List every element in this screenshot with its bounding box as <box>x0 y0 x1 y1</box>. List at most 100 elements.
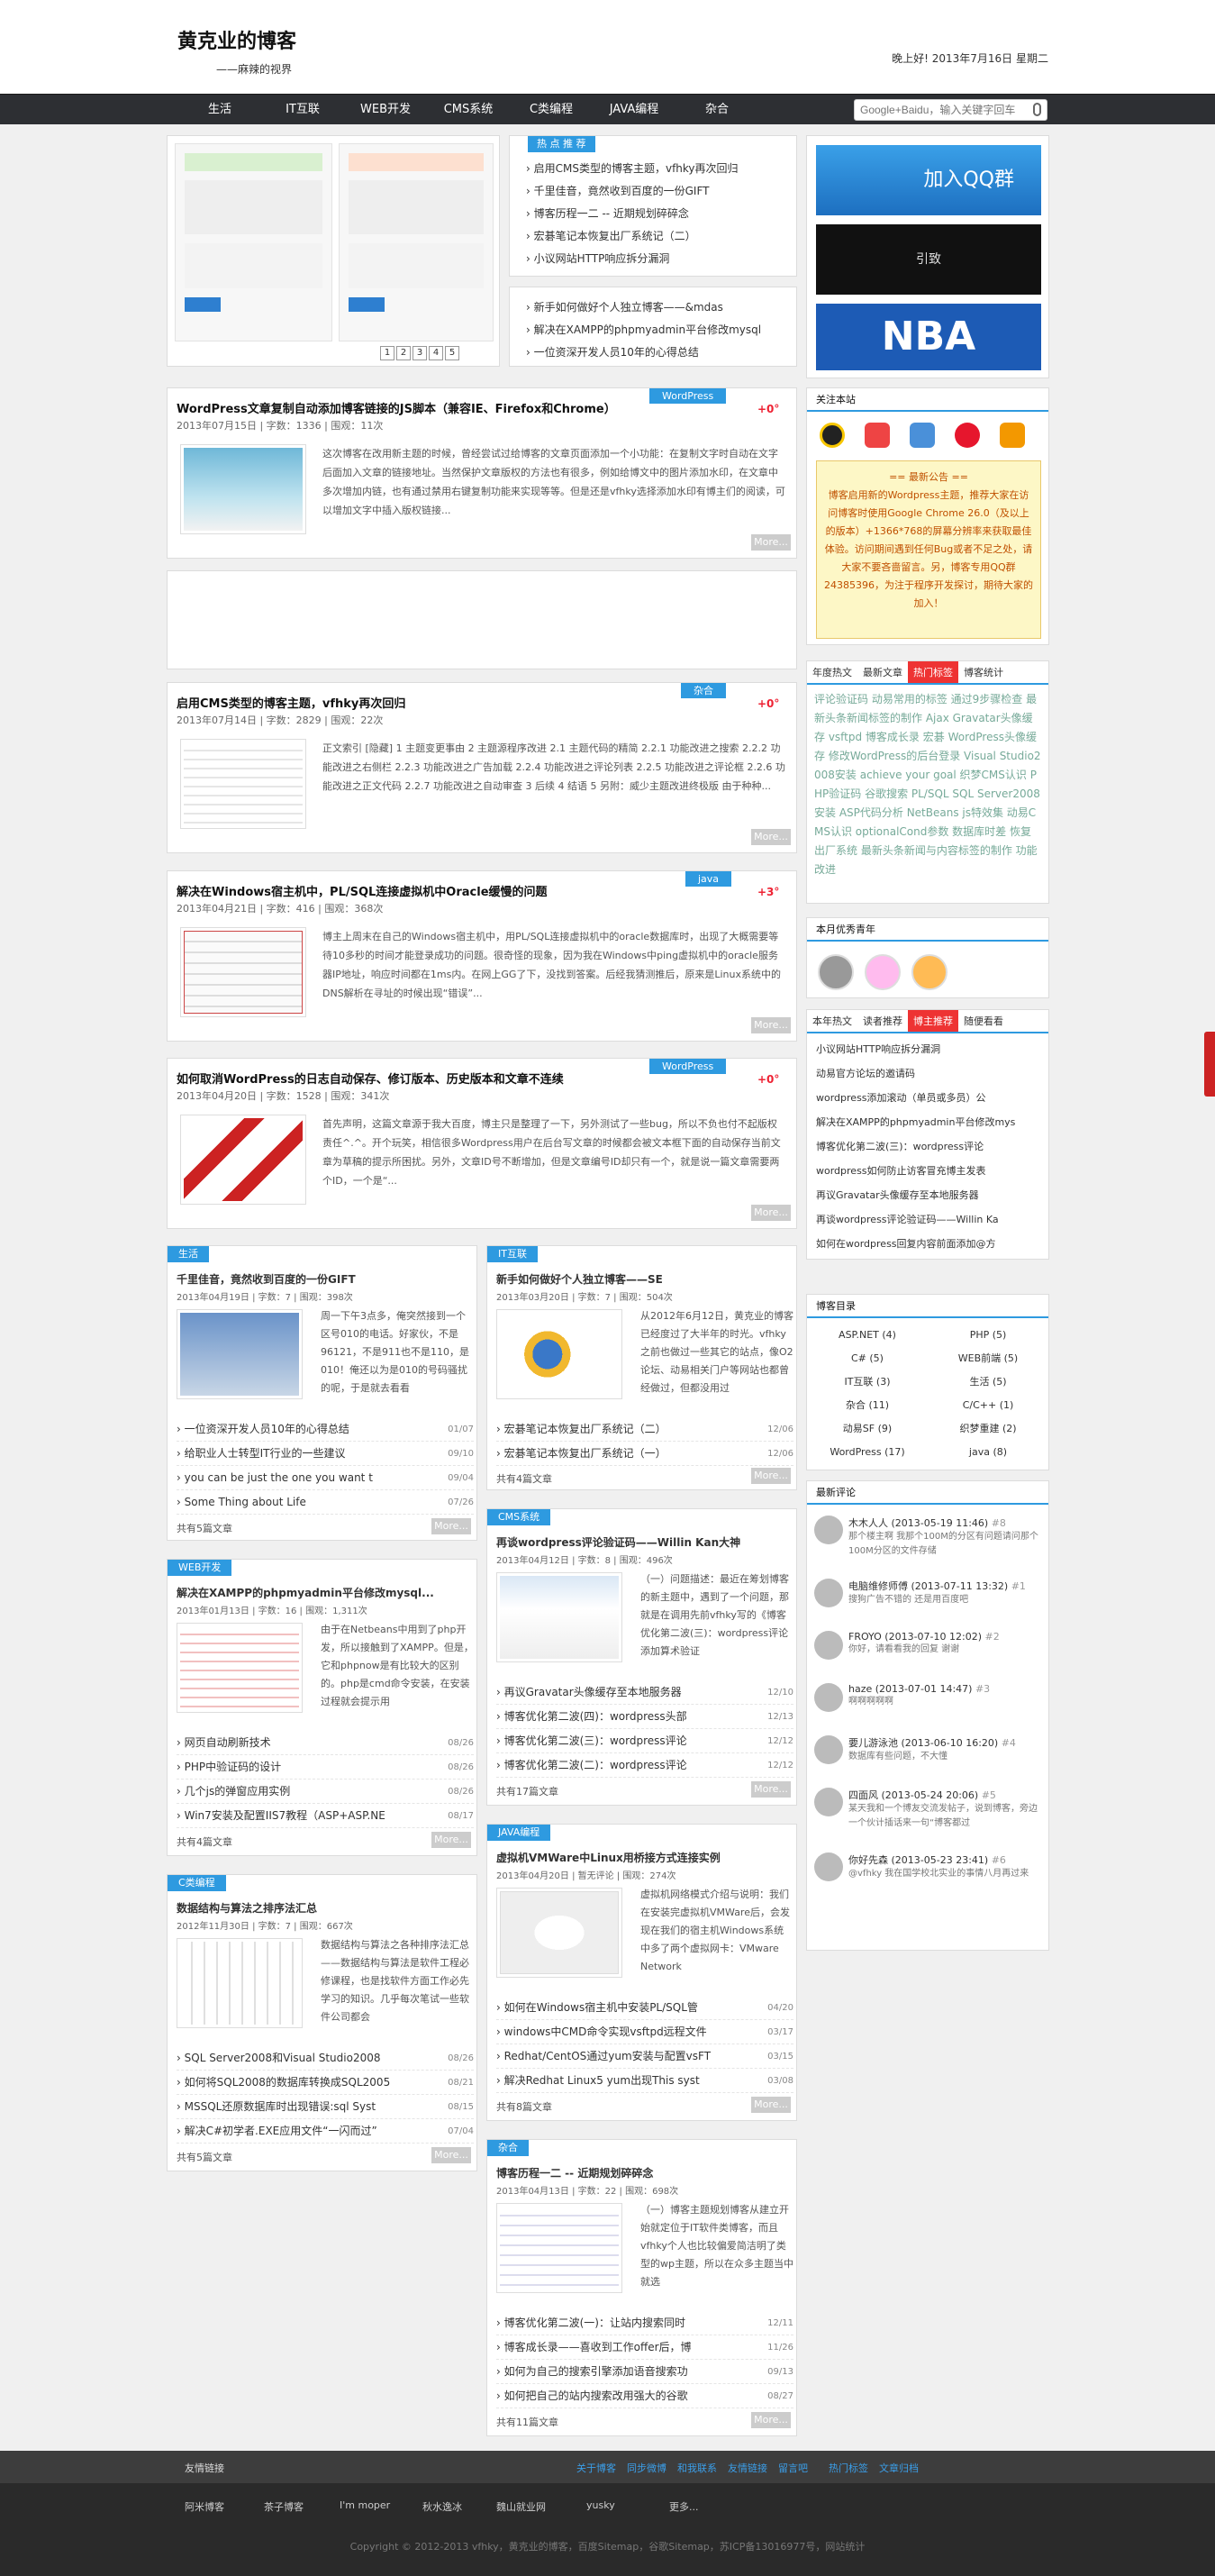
tag-cloud[interactable]: 评论验证码 动易常用的标签 通过9步骤检查 最新头条新闻标签的制作 Ajax G… <box>807 685 1048 885</box>
comment-item[interactable]: 要儿游泳池 (2013-06-10 16:20) #4 数据库有些问题，不大懂 <box>814 1735 1041 1788</box>
list-item[interactable]: › 如何为自己的搜索引擎添加语音搜索功 09/13 <box>496 2360 793 2384</box>
slider-page-2[interactable]: 2 <box>396 346 411 360</box>
rss-icon[interactable] <box>1000 423 1025 448</box>
slider-page-1[interactable]: 1 <box>380 346 394 360</box>
tab-annual-hot[interactable]: 年度热文 <box>807 661 857 683</box>
hot-item[interactable]: › 宏碁笔记本恢复出厂系统记（二） <box>526 225 739 248</box>
more-button[interactable]: More... <box>751 1468 791 1484</box>
comment-item[interactable]: 木木人人 (2013-05-19 11:46) #8 那个楼主啊 我那个100M的… <box>814 1516 1041 1579</box>
friend-link[interactable]: 更多... <box>669 2499 723 2514</box>
tab-hot-tags[interactable]: 热门标签 <box>908 661 958 683</box>
article-title[interactable]: 如何取消WordPress的日志自动保存、修订版本、历史版本和文章不连续 <box>177 1070 564 1087</box>
rec-item[interactable]: 再议Gravatar头像缓存至本地服务器 <box>816 1183 1039 1207</box>
list-item[interactable]: › 博客优化第二波(一)：让站内搜索同时 12/11 <box>496 2311 793 2335</box>
list-item[interactable]: › 如何在Windows宿主机中安装PL/SQL管 04/20 <box>496 1996 793 2020</box>
footer-link[interactable]: 留言吧 <box>778 2461 829 2475</box>
category-tag[interactable]: 杂合 <box>681 683 726 698</box>
footer-link[interactable]: 热门标签 <box>829 2461 879 2475</box>
friend-link[interactable]: I'm moper <box>340 2499 422 2514</box>
nav-item-misc[interactable]: 杂合 <box>676 95 758 125</box>
rec-item[interactable]: 如何在wordpress回复内容前面添加@方 <box>816 1232 1039 1256</box>
box-tag[interactable]: IT互联 <box>487 1246 538 1262</box>
nav-item-cms[interactable]: CMS系统 <box>427 95 510 125</box>
cat-link[interactable]: WordPress (17) <box>807 1441 928 1464</box>
box-title[interactable]: 千里佳音，竟然收到百度的一份GIFT <box>177 1271 356 1287</box>
cat-link[interactable]: 生活 (5) <box>928 1370 1048 1394</box>
list-item[interactable]: › 再议Gravatar头像缓存至本地服务器 12/10 <box>496 1680 793 1705</box>
box-title[interactable]: 虚拟机VMWare中Linux用桥接方式连接实例 <box>496 1850 721 1865</box>
article-title[interactable]: 解决在Windows宿主机中，PL/SQL连接虚拟机中Oracle缓慢的问题 <box>177 882 548 899</box>
cat-link[interactable]: WEB前端 (5) <box>928 1347 1048 1370</box>
list-item[interactable]: › 博客优化第二波(二)：wordpress评论 12/12 <box>496 1753 793 1778</box>
qzone-icon[interactable] <box>910 423 935 448</box>
article-thumbnail[interactable] <box>180 444 306 534</box>
list-item[interactable]: › Some Thing about Life 07/26 <box>177 1490 474 1515</box>
nav-item-it[interactable]: IT互联 <box>261 95 344 125</box>
list-item[interactable]: › Win7安装及配置IIS7教程（ASP+ASP.NE 08/17 <box>177 1804 474 1828</box>
article-thumbnail[interactable] <box>180 739 306 829</box>
article-thumbnail[interactable] <box>180 1115 306 1205</box>
tab-blogger-rec[interactable]: 博主推荐 <box>908 1010 958 1032</box>
nav-item-c[interactable]: C类编程 <box>510 95 593 125</box>
hot-item[interactable]: › 千里佳音，竟然收到百度的一份GIFT <box>526 180 739 203</box>
list-item[interactable]: › 宏碁笔记本恢复出厂系统记（一） 12/06 <box>496 1442 793 1466</box>
slider-page-5[interactable]: 5 <box>445 346 459 360</box>
rec-item[interactable]: 博客优化第二波(三)：wordpress评论 <box>816 1134 1039 1159</box>
hot-item[interactable]: › 博客历程一二 -- 近期规划碎碎念 <box>526 203 739 225</box>
box-thumbnail[interactable] <box>496 1309 622 1399</box>
box-thumbnail[interactable] <box>496 1572 622 1662</box>
tab-year-hot[interactable]: 本年热文 <box>807 1010 857 1032</box>
cat-link[interactable]: C# (5) <box>807 1347 928 1370</box>
box-thumbnail[interactable] <box>496 2203 622 2293</box>
qq-icon[interactable] <box>820 423 845 448</box>
list-item[interactable]: › 博客成长录——喜收到工作offer后，博 11/26 <box>496 2335 793 2360</box>
rec-item[interactable]: 再谈wordpress评论验证码——Willin Ka <box>816 1207 1039 1232</box>
list-item[interactable]: › Redhat/CentOS通过yum安装与配置vsFT 03/15 <box>496 2044 793 2069</box>
list-item[interactable]: › MSSQL还原数据库时出现错误:sql Syst 08/15 <box>177 2095 474 2119</box>
banner-2[interactable]: 引致 <box>816 224 1041 295</box>
list-item[interactable]: › 网页自动刷新技术 08/26 <box>177 1731 474 1755</box>
cat-link[interactable]: IT互联 (3) <box>807 1370 928 1394</box>
category-tag[interactable]: java <box>685 871 732 887</box>
box-tag[interactable]: C类编程 <box>168 1875 226 1891</box>
list-item[interactable]: › 博客优化第二波(四)：wordpress头部 12/13 <box>496 1705 793 1729</box>
list-item[interactable]: › you can be just the one you want t 09/0… <box>177 1466 474 1490</box>
list-item[interactable]: › 解决Redhat Linux5 yum出现This syst 03/08 <box>496 2069 793 2093</box>
friend-link[interactable]: yusky <box>586 2499 669 2514</box>
list-item[interactable]: › 几个js的弹窗应用实例 08/26 <box>177 1780 474 1804</box>
avatar[interactable] <box>911 954 948 990</box>
list-item[interactable]: › 一位资深开发人员10年的心得总结 01/07 <box>177 1417 474 1442</box>
more-button[interactable]: More... <box>751 1781 791 1798</box>
list-item[interactable]: › SQL Server2008和Visual Studio2008 08/26 <box>177 2046 474 2071</box>
more-button[interactable]: More... <box>751 1205 791 1221</box>
hot2-item[interactable]: › 新手如何做好个人独立博客——&mdas <box>526 296 761 319</box>
cat-link[interactable]: ASP.NET (4) <box>807 1324 928 1347</box>
comment-item[interactable]: 四面风 (2013-05-24 20:06) #5 某天我和一个博友交流发帖子，说… <box>814 1788 1041 1852</box>
mail-icon[interactable] <box>865 423 890 448</box>
more-button[interactable]: More... <box>751 2097 791 2113</box>
hot2-item[interactable]: › 一位资深开发人员10年的心得总结 <box>526 341 761 364</box>
hot-item[interactable]: › 小议网站HTTP响应拆分漏洞 <box>526 248 739 270</box>
list-item[interactable]: › 解决C#初学者.EXE应用文件“一闪而过” 07/04 <box>177 2119 474 2144</box>
tab-stats[interactable]: 博客统计 <box>958 661 1009 683</box>
rec-item[interactable]: 小议网站HTTP响应拆分漏洞 <box>816 1037 1039 1061</box>
tab-random[interactable]: 随便看看 <box>958 1010 1009 1032</box>
list-item[interactable]: › 宏碁笔记本恢复出厂系统记（二） 12/06 <box>496 1417 793 1442</box>
avatar[interactable] <box>818 954 854 990</box>
qq-group-banner[interactable]: 加入QQ群 <box>816 145 1041 215</box>
footer-link[interactable]: 友情链接 <box>728 2461 778 2475</box>
rec-item[interactable]: 动易官方论坛的邀请码 <box>816 1061 1039 1086</box>
friend-link[interactable]: 秋水逸冰 <box>422 2499 496 2514</box>
tab-reader-rec[interactable]: 读者推荐 <box>857 1010 908 1032</box>
cat-link[interactable]: 织梦重建 (2) <box>928 1417 1048 1441</box>
article-title[interactable]: 启用CMS类型的博客主题，vfhky再次回归 <box>177 694 405 711</box>
box-thumbnail[interactable] <box>177 1938 303 2028</box>
featured-slider[interactable]: 1 2 3 4 5 <box>167 135 500 367</box>
site-logo[interactable]: 黄克业的博客 <box>177 25 296 54</box>
search-input[interactable] <box>855 100 1017 120</box>
list-item[interactable]: › 博客优化第二波(三)：wordpress评论 12/12 <box>496 1729 793 1753</box>
cat-link[interactable]: C/C++ (1) <box>928 1394 1048 1417</box>
more-button[interactable]: More... <box>751 1017 791 1033</box>
box-tag[interactable]: WEB开发 <box>168 1560 232 1576</box>
rec-item[interactable]: 解决在XAMPP的phpmyadmin平台修改mys <box>816 1110 1039 1134</box>
